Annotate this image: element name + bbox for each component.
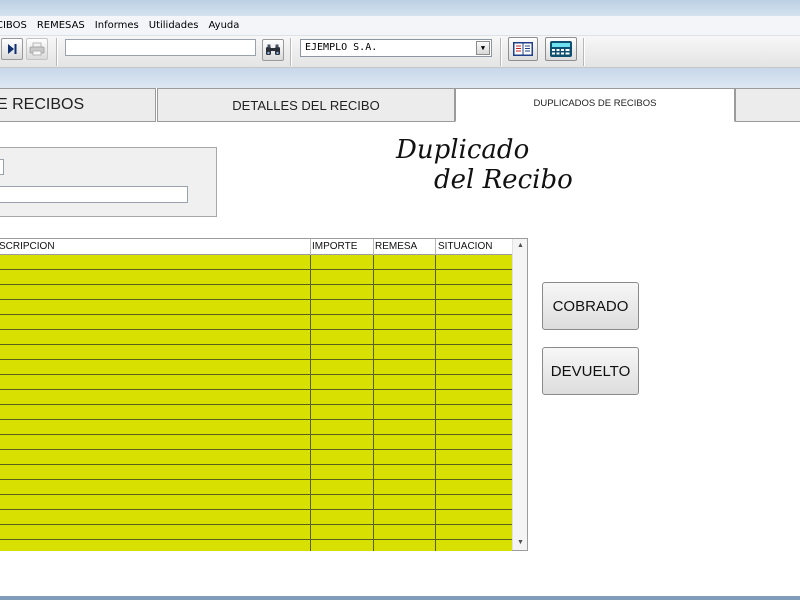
- code-field[interactable]: [0, 159, 4, 175]
- find-button[interactable]: [262, 39, 284, 61]
- menu-ayuda[interactable]: Ayuda: [204, 20, 245, 31]
- last-record-button[interactable]: [1, 38, 23, 60]
- column-header-importe[interactable]: IMPORTE: [312, 239, 372, 254]
- menu-informes[interactable]: Informes: [90, 20, 144, 31]
- grid-header: SCRIPCION IMPORTE REMESA SITUACION: [0, 239, 512, 255]
- page-title: Duplicado del Recibo: [395, 135, 573, 195]
- company-select-value: EJEMPLO S.A.: [305, 42, 378, 53]
- devuelto-button-label: DEVUELTO: [550, 362, 631, 380]
- tab-detalles-del-recibo[interactable]: DETALLES DEL RECIBO: [157, 88, 455, 122]
- tab-recibos-label: E RECIBOS: [0, 96, 85, 113]
- print-icon: [29, 42, 45, 56]
- header-divider: [373, 239, 374, 255]
- menu-recibos[interactable]: CIBOS: [0, 20, 32, 31]
- column-header-remesa[interactable]: REMESA: [375, 239, 435, 254]
- book-icon: [513, 42, 533, 56]
- tab-duplicados-label: DUPLICADOS DE RECIBOS: [533, 98, 657, 109]
- page-title-line1: Duplicado: [395, 135, 529, 165]
- receipts-grid[interactable]: SCRIPCION IMPORTE REMESA SITUACION ▲ ▼: [0, 238, 528, 551]
- toolbar-separator: [500, 38, 502, 66]
- scroll-down-arrow-icon[interactable]: ▼: [513, 536, 528, 550]
- devuelto-button[interactable]: DEVUELTO: [542, 347, 639, 395]
- menu-remesas[interactable]: REMESAS: [32, 20, 90, 31]
- menu-bar: CIBOS REMESAS Informes Utilidades Ayuda: [0, 16, 800, 36]
- cobrado-button-label: COBRADO: [552, 297, 629, 315]
- toolbar-separator: [56, 38, 58, 66]
- tab-detalles-label: DETALLES DEL RECIBO: [232, 97, 380, 113]
- column-header-situacion[interactable]: SITUACION: [438, 239, 512, 254]
- name-field[interactable]: [0, 186, 188, 203]
- menu-utilidades[interactable]: Utilidades: [144, 20, 204, 31]
- column-divider: [310, 255, 311, 551]
- search-input[interactable]: [65, 39, 256, 56]
- filter-groupbox: [0, 147, 217, 217]
- chevron-down-icon[interactable]: ▼: [476, 41, 490, 55]
- tab-extra[interactable]: [735, 88, 800, 122]
- tab-duplicados-de-recibos[interactable]: DUPLICADOS DE RECIBOS: [455, 88, 735, 122]
- tab-recibos[interactable]: E RECIBOS: [0, 88, 156, 122]
- calculator-icon: [550, 41, 572, 57]
- toolbar-band: [0, 68, 800, 88]
- window-bottom-border: [0, 596, 800, 600]
- header-divider: [310, 239, 311, 255]
- calculator-button[interactable]: [545, 37, 577, 61]
- book-button[interactable]: [508, 37, 538, 61]
- window-title-strip: [0, 0, 800, 16]
- page-title-line2: del Recibo: [434, 165, 573, 195]
- toolbar: EJEMPLO S.A. ▼: [0, 36, 800, 68]
- column-divider: [373, 255, 374, 551]
- column-header-descripcion[interactable]: SCRIPCION: [0, 239, 309, 254]
- toolbar-separator: [290, 38, 292, 66]
- tab-bar: E RECIBOS DETALLES DEL RECIBO DUPLICADOS…: [0, 88, 800, 122]
- header-divider: [435, 239, 436, 255]
- column-divider: [435, 255, 436, 551]
- print-button[interactable]: [26, 38, 48, 60]
- cobrado-button[interactable]: COBRADO: [542, 282, 639, 330]
- grid-scrollbar[interactable]: ▲ ▼: [512, 239, 527, 550]
- last-record-icon: [8, 44, 17, 54]
- company-select[interactable]: EJEMPLO S.A. ▼: [300, 39, 492, 57]
- binoculars-icon: [266, 44, 280, 55]
- scroll-up-arrow-icon[interactable]: ▲: [513, 239, 528, 253]
- toolbar-separator: [583, 38, 585, 66]
- grid-body[interactable]: [0, 255, 512, 551]
